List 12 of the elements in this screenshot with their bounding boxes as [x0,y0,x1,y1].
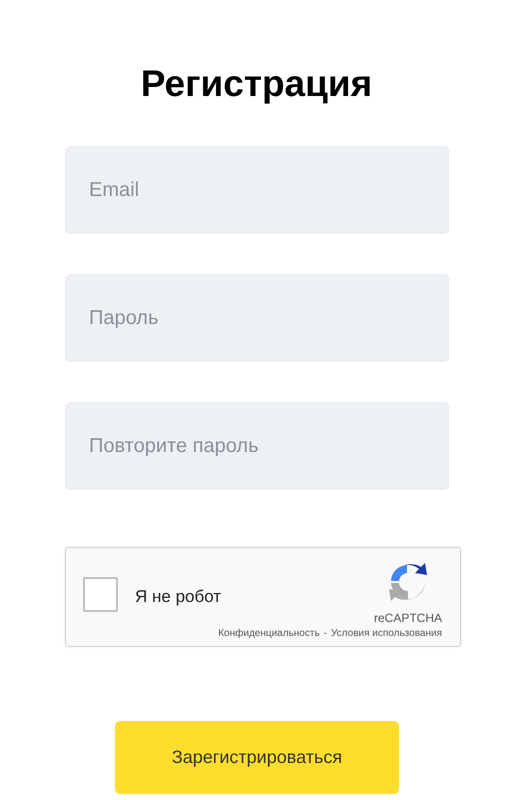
checkbox[interactable] [83,577,118,612]
terms-link[interactable]: Условия использования [331,626,442,641]
page-title: Регистрация [140,62,374,106]
register-button[interactable]: Зарегистрироваться [115,721,399,794]
input-field[interactable]: Повторите пароль [65,402,449,490]
brand-label: reCAPTCHA [374,610,442,627]
privacy-link[interactable]: Конфиденциальность [218,626,320,641]
checkbox-label: Я не робот [135,586,222,608]
separator: - [324,627,327,641]
input-field[interactable]: Email [65,146,449,234]
input-field[interactable]: Пароль [65,274,449,362]
recaptcha-logo-icon [387,561,429,603]
